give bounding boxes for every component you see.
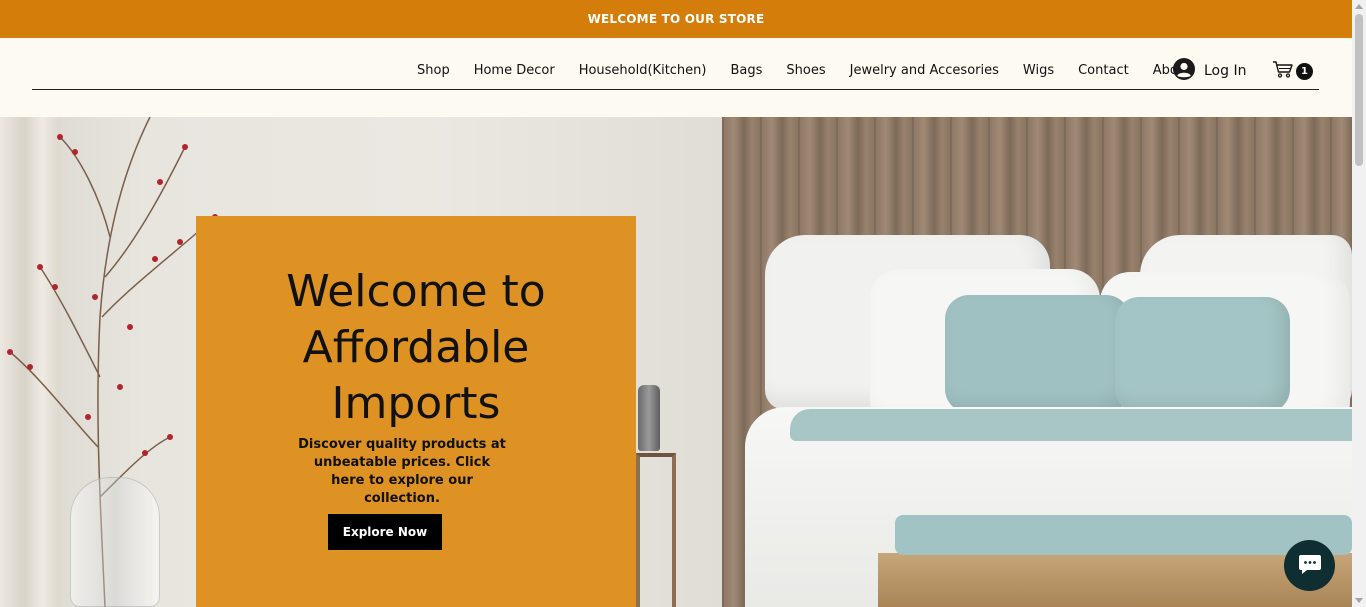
side-table xyxy=(636,453,676,607)
nav-item-shoes[interactable]: Shoes xyxy=(786,63,825,78)
bed-throw xyxy=(790,409,1352,441)
main-nav: Shop Home Decor Household(Kitchen) Bags … xyxy=(405,60,1203,80)
page-scrollbar[interactable] xyxy=(1352,0,1366,607)
hero-title: Welcome to Affordable Imports xyxy=(286,266,546,429)
announcement-bar: WELCOME TO OUR STORE xyxy=(0,0,1352,38)
cart-count-badge: 1 xyxy=(1296,62,1313,80)
nav-item-bags[interactable]: Bags xyxy=(731,63,763,78)
explore-now-button[interactable]: Explore Now xyxy=(328,514,442,550)
cart-button[interactable]: 1 xyxy=(1272,60,1313,82)
chat-bubble-icon xyxy=(1298,553,1322,579)
glass-vase xyxy=(70,477,160,607)
nav-item-wigs[interactable]: Wigs xyxy=(1023,63,1054,78)
nav-item-home-decor[interactable]: Home Decor xyxy=(474,63,555,78)
nav-item-contact[interactable]: Contact xyxy=(1078,63,1129,78)
chat-button[interactable] xyxy=(1284,540,1335,591)
bench-frame xyxy=(878,553,1352,607)
hero-card: Welcome to Affordable Imports Discover q… xyxy=(196,216,636,607)
side-vase xyxy=(638,385,660,451)
accent-pillow xyxy=(1115,297,1290,413)
login-button[interactable]: Log In xyxy=(1173,58,1246,84)
scroll-down-arrow-icon[interactable] xyxy=(1355,598,1363,603)
scrollbar-thumb[interactable] xyxy=(1355,14,1363,166)
nav-item-shop[interactable]: Shop xyxy=(417,63,450,78)
accent-pillow xyxy=(945,295,1130,413)
shopping-cart-icon xyxy=(1272,60,1294,82)
nav-item-household-kitchen[interactable]: Household(Kitchen) xyxy=(579,63,707,78)
login-label: Log In xyxy=(1204,63,1247,79)
hero-section: Welcome to Affordable Imports Discover q… xyxy=(0,117,1352,607)
scroll-up-arrow-icon[interactable] xyxy=(1355,4,1363,9)
site-header: Shop Home Decor Household(Kitchen) Bags … xyxy=(0,38,1352,117)
hero-description[interactable]: Discover quality products at unbeatable … xyxy=(296,436,508,508)
bench-cushion xyxy=(895,515,1352,555)
nav-item-jewelry-accessories[interactable]: Jewelry and Accesories xyxy=(850,63,999,78)
header-divider xyxy=(32,89,1319,90)
user-avatar-icon xyxy=(1173,58,1195,84)
announcement-text: WELCOME TO OUR STORE xyxy=(587,12,765,26)
